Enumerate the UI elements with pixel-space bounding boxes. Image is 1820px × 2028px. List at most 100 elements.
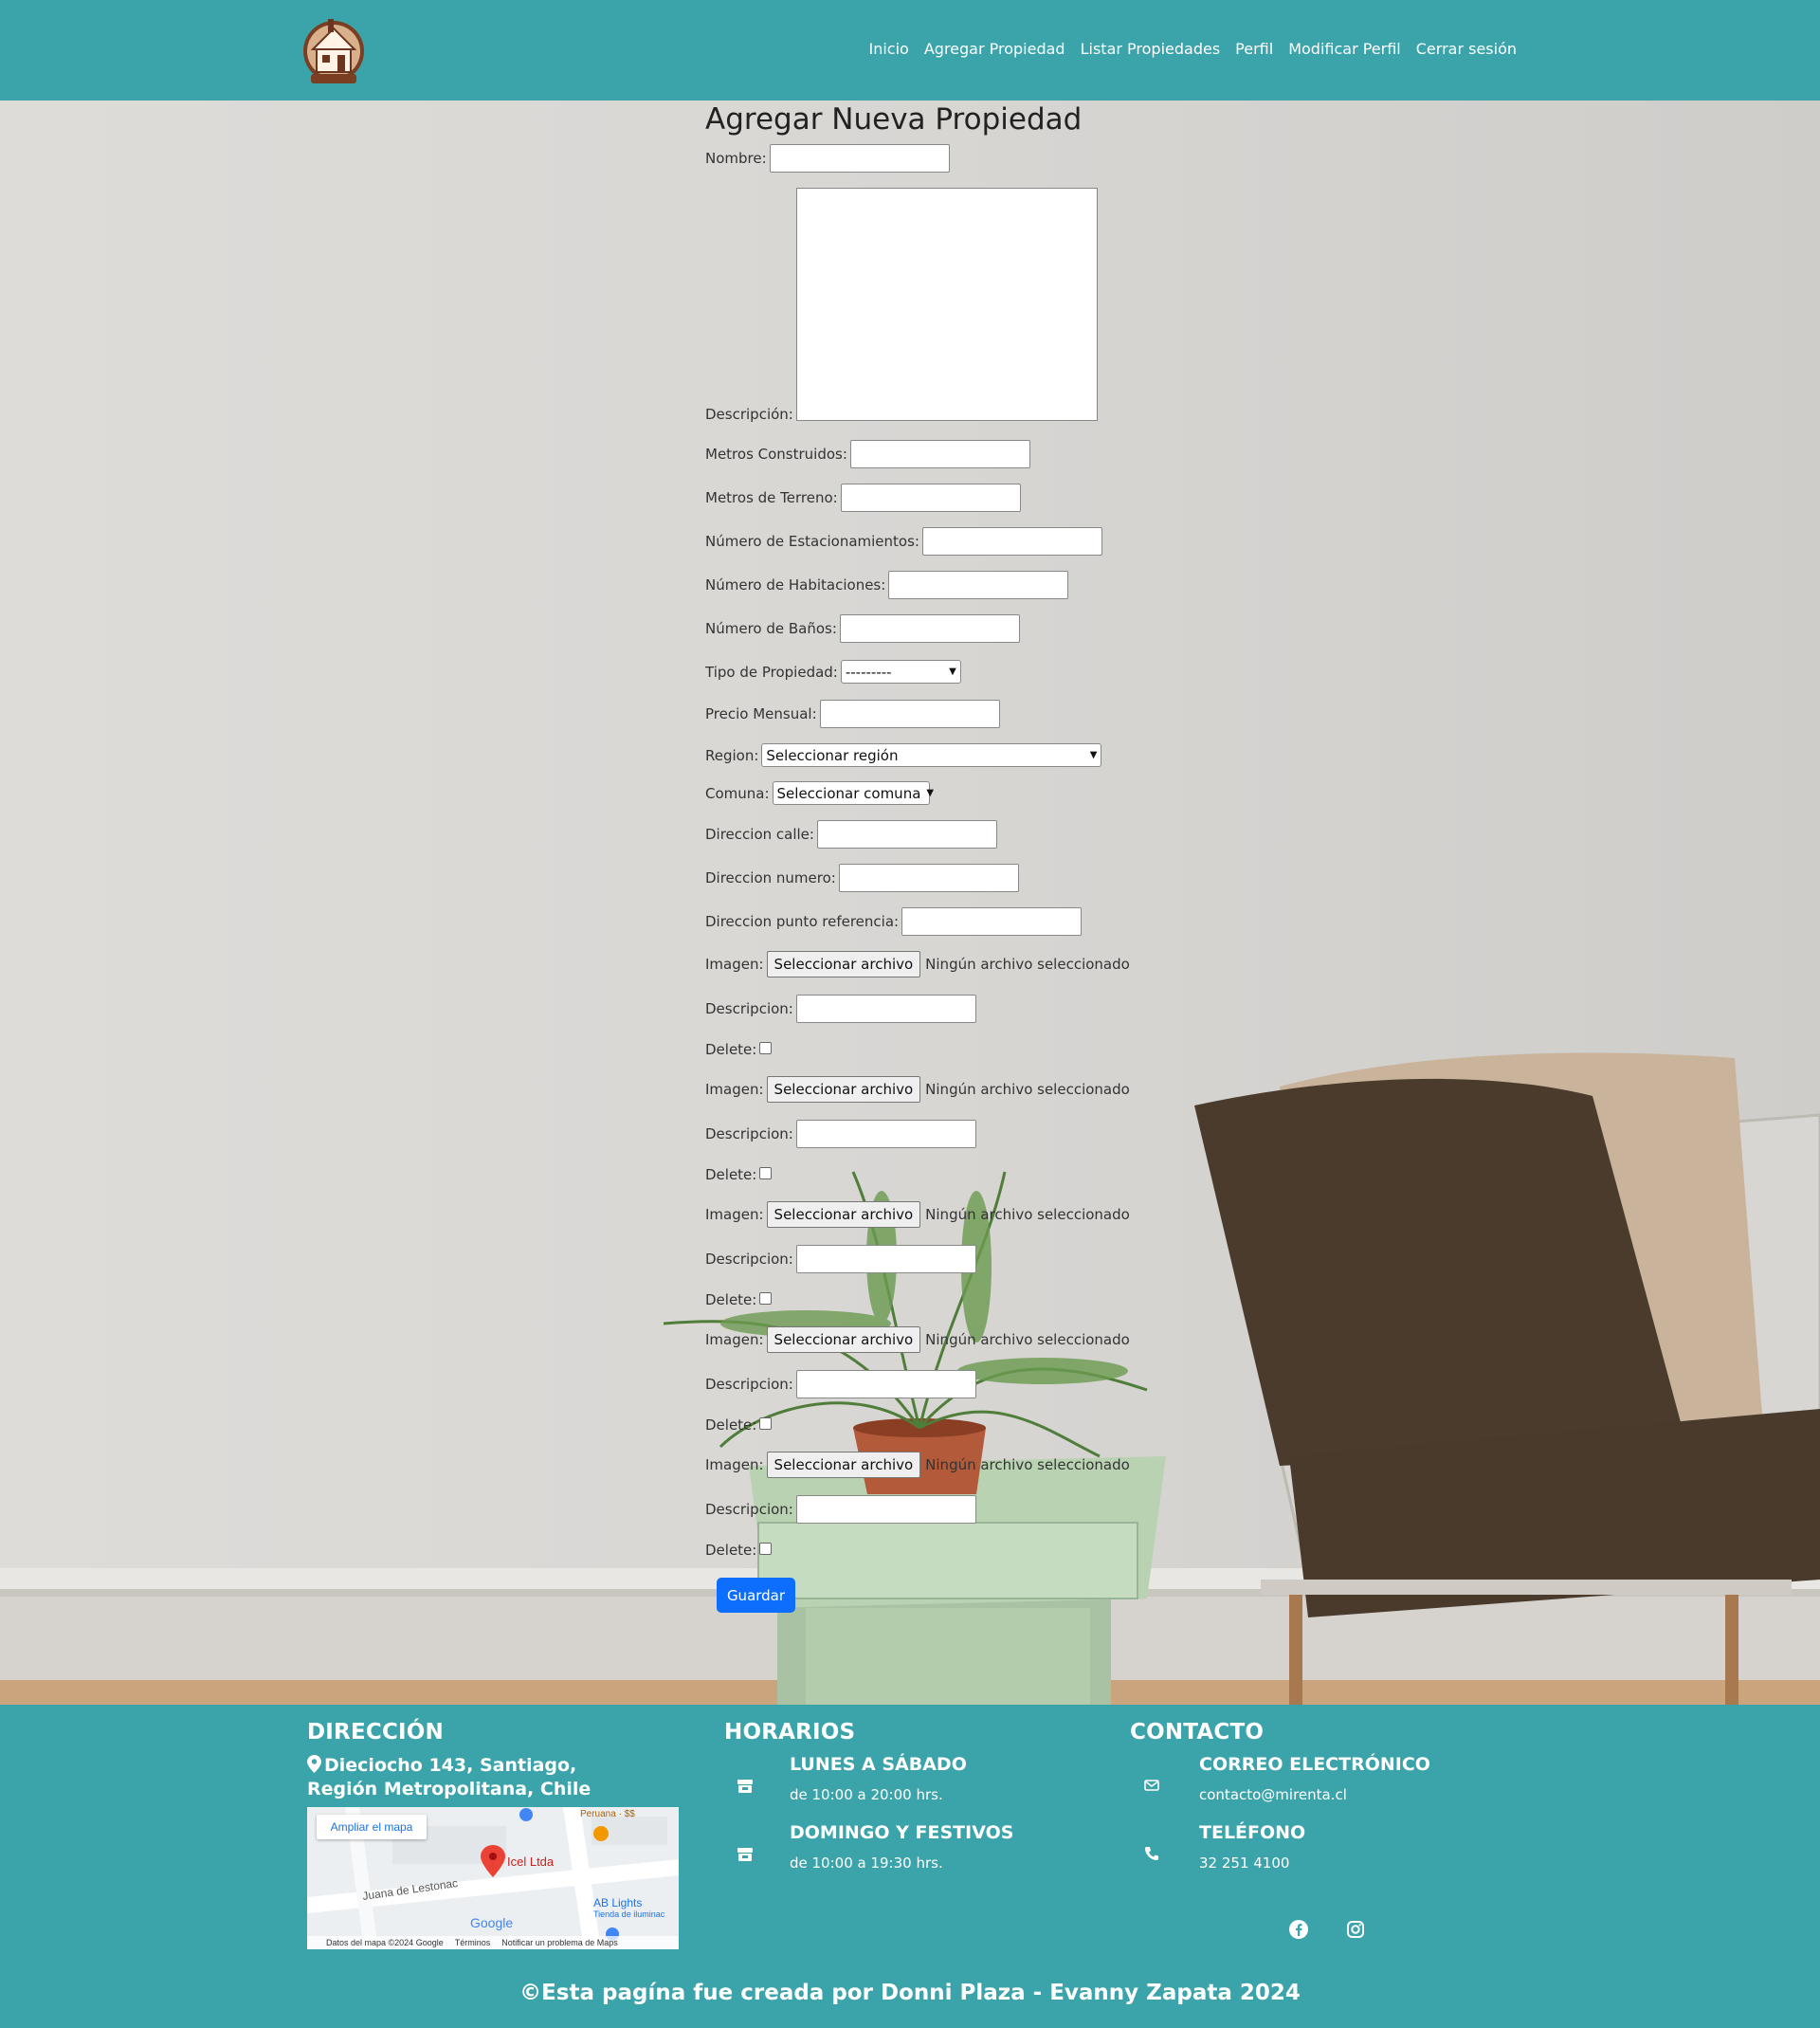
- address: Dieciocho 143, Santiago, Región Metropol…: [307, 1754, 629, 1801]
- field-precio: Precio Mensual:: [705, 700, 1000, 728]
- imagen-label: Imagen:: [705, 1456, 764, 1473]
- numero-input[interactable]: [838, 864, 1019, 892]
- banos-input[interactable]: [839, 614, 1020, 643]
- nombre-label: Nombre:: [705, 150, 767, 167]
- image-desc-input[interactable]: [795, 1495, 976, 1524]
- nav-modificar-perfil[interactable]: Modificar Perfil: [1288, 40, 1401, 58]
- select-file-button[interactable]: Seleccionar archivo: [766, 1201, 921, 1228]
- field-comuna: Comuna: Seleccionar comuna ▼: [705, 781, 934, 805]
- image-4-desc-row: Descripcion:: [705, 1370, 976, 1398]
- file-status: Ningún archivo seleccionado: [925, 1081, 1130, 1098]
- image-2-desc-row: Descripcion:: [705, 1120, 976, 1148]
- navbar: Inicio Agregar Propiedad Listar Propieda…: [0, 0, 1820, 100]
- select-file-button[interactable]: Seleccionar archivo: [766, 1452, 921, 1478]
- image-desc-label: Descripcion:: [705, 1251, 793, 1268]
- phone-title: TELÉFONO: [1199, 1822, 1306, 1843]
- weekend-title: DOMINGO Y FESTIVOS: [790, 1822, 1014, 1843]
- tipo-label: Tipo de Propiedad:: [705, 663, 838, 681]
- nombre-input[interactable]: [769, 144, 950, 173]
- weekday-hours: de 10:00 a 20:00 hrs.: [790, 1786, 943, 1803]
- habitaciones-input[interactable]: [888, 571, 1069, 599]
- field-tipo: Tipo de Propiedad: --------- ▼: [705, 660, 961, 684]
- metros-terreno-input[interactable]: [840, 484, 1021, 512]
- nav-inicio[interactable]: Inicio: [869, 40, 909, 58]
- delete-checkbox[interactable]: [759, 1041, 773, 1054]
- main-nav: Inicio Agregar Propiedad Listar Propieda…: [869, 40, 1518, 58]
- precio-input[interactable]: [819, 700, 1000, 728]
- calle-label: Direccion calle:: [705, 826, 814, 843]
- image-2-delete-row: Delete:: [705, 1166, 773, 1183]
- delete-checkbox[interactable]: [759, 1291, 773, 1305]
- email-link[interactable]: contacto@mirenta.cl: [1199, 1786, 1347, 1803]
- select-file-button[interactable]: Seleccionar archivo: [766, 951, 921, 977]
- delete-label: Delete:: [705, 1041, 757, 1058]
- contacto-heading: CONTACTO: [1130, 1720, 1265, 1745]
- metros-construidos-input[interactable]: [849, 440, 1030, 468]
- image-3-desc-row: Descripcion:: [705, 1245, 976, 1273]
- referencia-input[interactable]: [901, 907, 1083, 936]
- tipo-select[interactable]: --------- ▼: [840, 660, 961, 684]
- map-terms-link[interactable]: Términos: [455, 1938, 491, 1947]
- field-banos: Número de Baños:: [705, 614, 1020, 643]
- map-report-link[interactable]: Notificar un problema de Maps: [501, 1938, 618, 1947]
- field-estacionamientos: Número de Estacionamientos:: [705, 527, 1102, 556]
- map-poi-1: Peruana · $$: [580, 1809, 635, 1819]
- chevron-down-icon: ▼: [949, 667, 956, 677]
- logo-house-icon[interactable]: [301, 11, 366, 85]
- estacionamientos-input[interactable]: [921, 527, 1102, 556]
- select-file-button[interactable]: Seleccionar archivo: [766, 1326, 921, 1353]
- delete-checkbox[interactable]: [759, 1166, 773, 1179]
- field-region: Region: Seleccionar región ▼: [705, 743, 1102, 767]
- nav-listar-propiedades[interactable]: Listar Propiedades: [1081, 40, 1221, 58]
- image-desc-label: Descripcion:: [705, 1501, 793, 1518]
- map-attribution: Datos del mapa ©2024 Google: [326, 1938, 444, 1947]
- delete-checkbox[interactable]: [759, 1542, 773, 1555]
- precio-label: Precio Mensual:: [705, 705, 817, 722]
- comuna-select[interactable]: Seleccionar comuna ▼: [772, 781, 934, 805]
- image-1-row: Imagen: Seleccionar archivo Ningún archi…: [705, 951, 1130, 977]
- delete-checkbox[interactable]: [759, 1416, 773, 1430]
- phone-link[interactable]: 32 251 4100: [1199, 1854, 1289, 1872]
- tipo-select-value: ---------: [845, 663, 892, 681]
- imagen-label: Imagen:: [705, 956, 764, 973]
- image-desc-input[interactable]: [795, 1120, 976, 1148]
- map-poi-2-sub: Tienda de iluminac: [593, 1909, 665, 1919]
- image-5-row: Imagen: Seleccionar archivo Ningún archi…: [705, 1452, 1130, 1478]
- embedded-map[interactable]: Ampliar el mapa Icel Ltda Juana de Lesto…: [307, 1807, 679, 1949]
- field-referencia: Direccion punto referencia:: [705, 907, 1083, 936]
- nav-cerrar-sesion[interactable]: Cerrar sesión: [1416, 40, 1517, 58]
- imagen-label: Imagen:: [705, 1081, 764, 1098]
- store-icon: [737, 1780, 753, 1793]
- select-file-button[interactable]: Seleccionar archivo: [766, 1076, 921, 1103]
- nav-perfil[interactable]: Perfil: [1235, 40, 1273, 58]
- image-desc-input[interactable]: [795, 1370, 976, 1398]
- banos-label: Número de Baños:: [705, 620, 837, 637]
- descripcion-label: Descripción:: [705, 406, 793, 423]
- image-desc-input[interactable]: [795, 995, 976, 1023]
- image-3-delete-row: Delete:: [705, 1291, 773, 1308]
- footer: DIRECCIÓN Dieciocho 143, Santiago, Regió…: [0, 1705, 1820, 2028]
- delete-label: Delete:: [705, 1291, 757, 1308]
- image-1-desc-row: Descripcion:: [705, 995, 976, 1023]
- chevron-down-icon: ▼: [1089, 750, 1098, 760]
- metros-construidos-label: Metros Construidos:: [705, 446, 847, 463]
- descripcion-textarea[interactable]: [795, 188, 1098, 421]
- region-select[interactable]: Seleccionar región ▼: [761, 743, 1102, 767]
- image-desc-input[interactable]: [795, 1245, 976, 1273]
- calle-input[interactable]: [816, 820, 997, 849]
- instagram-icon[interactable]: [1345, 1919, 1366, 1940]
- chevron-down-icon: ▼: [926, 788, 935, 798]
- field-descripcion: Descripción:: [705, 188, 1098, 423]
- numero-label: Direccion numero:: [705, 869, 836, 886]
- field-metros-terreno: Metros de Terreno:: [705, 484, 1021, 512]
- delete-label: Delete:: [705, 1166, 757, 1183]
- save-button[interactable]: Guardar: [717, 1578, 795, 1613]
- field-numero: Direccion numero:: [705, 864, 1019, 892]
- image-3-row: Imagen: Seleccionar archivo Ningún archi…: [705, 1201, 1130, 1228]
- delete-label: Delete:: [705, 1542, 757, 1559]
- facebook-icon[interactable]: [1288, 1919, 1309, 1940]
- image-desc-label: Descripcion:: [705, 1125, 793, 1142]
- enlarge-map-link[interactable]: Ampliar el mapa: [317, 1815, 427, 1839]
- nav-agregar-propiedad[interactable]: Agregar Propiedad: [924, 40, 1065, 58]
- image-4-row: Imagen: Seleccionar archivo Ningún archi…: [705, 1326, 1130, 1353]
